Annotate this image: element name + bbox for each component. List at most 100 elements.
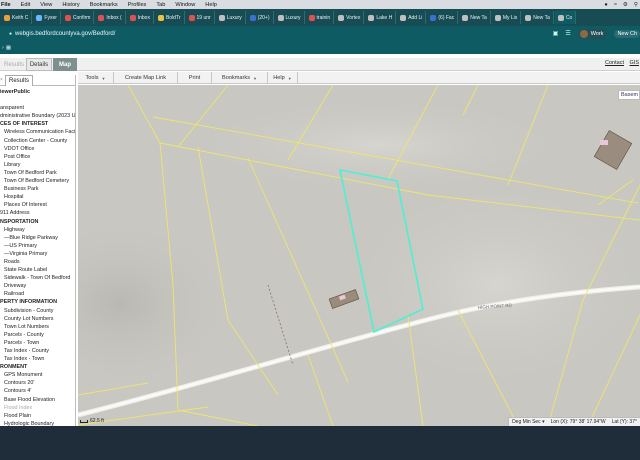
cast-icon[interactable]: ▣	[553, 30, 559, 37]
browser-tab[interactable]: Add Li	[397, 11, 427, 24]
layer-group-header[interactable]: NSPORTATION	[0, 218, 75, 226]
layer-item[interactable]: Parcels - Town	[0, 339, 75, 347]
layer-item[interactable]: Library	[0, 161, 75, 169]
layer-item[interactable]: dministrative Boundary (2023 U	[0, 112, 75, 120]
layer-item[interactable]: Hospital	[0, 193, 75, 201]
collapse-icon[interactable]: ×	[0, 77, 3, 83]
tab-favicon-icon	[218, 14, 225, 21]
layer-item[interactable]: 911 Address	[0, 209, 75, 217]
menu-history[interactable]: History	[62, 2, 79, 8]
apps-grid-icon[interactable]: ▦	[6, 45, 11, 51]
basemap-button[interactable]: Basem	[618, 90, 640, 100]
browser-tab[interactable]: (20+)	[247, 11, 274, 24]
layer-item[interactable]: Tax Index - Town	[0, 355, 75, 363]
browser-tab[interactable]: Inbox	[127, 11, 154, 24]
layer-item[interactable]: —US Primary	[0, 242, 75, 250]
layer-item[interactable]: Contours 20'	[0, 379, 75, 387]
browser-tab[interactable]: Co	[554, 11, 577, 24]
browser-tab[interactable]: trainin	[306, 11, 335, 24]
browser-tab[interactable]: My Lis	[492, 11, 522, 24]
menu-file[interactable]: File	[1, 2, 11, 8]
browser-tab[interactable]: Luxury	[275, 11, 305, 24]
browser-tab[interactable]: (6) Fac	[427, 11, 459, 24]
layer-group-header[interactable]: iewerPublic	[0, 88, 75, 96]
layer-item[interactable]: Town Of Bedford Park	[0, 169, 75, 177]
layer-item[interactable]: Tax Index - County	[0, 347, 75, 355]
contact-link[interactable]: Contact	[605, 60, 624, 66]
browser-tab[interactable]: 19 unr	[186, 11, 215, 24]
wifi-icon[interactable]: ≈	[614, 2, 617, 8]
layer-item[interactable]: Collection Center - County	[0, 137, 75, 145]
url-field[interactable]: ● webgis.bedfordcountyva.gov/Bedford/	[9, 28, 115, 39]
layer-item[interactable]: Railroad	[0, 290, 75, 298]
search-icon[interactable]: ⚲	[634, 2, 638, 8]
site-info-icon[interactable]: ●	[9, 31, 12, 37]
layer-item[interactable]: —Virginia Primary	[0, 250, 75, 258]
layer-item[interactable]: VDOT Office	[0, 145, 75, 153]
layer-item[interactable]: Wireless Communication Faci	[0, 128, 75, 136]
browser-tab[interactable]: New Ta	[522, 11, 554, 24]
layer-item[interactable]: —Blue Ridge Parkway	[0, 234, 75, 242]
tab-results[interactable]: Results	[0, 58, 28, 71]
menu-help[interactable]: Help	[205, 2, 217, 8]
layer-group-header[interactable]: PERTY INFORMATION	[0, 298, 75, 306]
layer-item[interactable]: Subdivision - County	[0, 307, 75, 315]
print-button[interactable]: Print	[178, 72, 212, 84]
layer-item[interactable]: State Route Label	[0, 266, 75, 274]
layer-item[interactable]: Town Of Bedford Cemetery	[0, 177, 75, 185]
layer-item[interactable]: Business Park	[0, 185, 75, 193]
browser-tab[interactable]: Luxury	[216, 11, 246, 24]
browser-tab[interactable]: Inbox (	[95, 11, 126, 24]
control-center-icon[interactable]: ⚙	[623, 2, 628, 8]
browser-tab[interactable]: New Ta	[459, 11, 491, 24]
menu-tab[interactable]: Tab	[156, 2, 165, 8]
tab-details[interactable]: Details	[26, 58, 52, 71]
layer-item[interactable]: Post Office	[0, 153, 75, 161]
menu-view[interactable]: View	[40, 2, 52, 8]
bookmark-arrow-icon[interactable]: ›	[2, 45, 4, 51]
menu-bookmarks[interactable]: Bookmarks	[90, 2, 118, 8]
menu-edit[interactable]: Edit	[21, 2, 31, 8]
layer-item[interactable]: ansparent	[0, 104, 75, 112]
coord-format-select[interactable]: Deg Min Sec ▾	[512, 419, 545, 425]
extensions-icon[interactable]: ☰	[565, 30, 570, 37]
tab-map[interactable]: Map	[53, 58, 77, 71]
layer-item[interactable]: Flood Index	[0, 404, 75, 412]
layer-item[interactable]: Places Of Interest	[0, 201, 75, 209]
browser-tab[interactable]: Fyxer	[33, 11, 61, 24]
gis-link[interactable]: GIS	[630, 60, 639, 66]
tools-menu-button[interactable]: Tools ▼	[78, 72, 114, 84]
layer-group-header[interactable]: RONMENT	[0, 363, 75, 371]
layer-item[interactable]: Town Lot Numbers	[0, 323, 75, 331]
layer-item[interactable]: Sidewalk - Town Of Bedford	[0, 274, 75, 282]
menu-profiles[interactable]: Profiles	[128, 2, 147, 8]
create-map-link-button[interactable]: Create Map Link	[114, 72, 178, 84]
browser-tab[interactable]: Vortex	[335, 11, 365, 24]
map-canvas[interactable]: HIGH POINT RD Basem 62.5 ft Deg Min Sec …	[78, 85, 640, 426]
tab-favicon-icon	[368, 14, 375, 21]
browser-tab[interactable]: Keith C	[1, 11, 33, 24]
lat-readout: Lat (Y): 37°	[611, 419, 637, 425]
layer-item[interactable]: Highway	[0, 226, 75, 234]
browser-tab[interactable]: Lake H	[365, 11, 397, 24]
results-subtab[interactable]: Results	[5, 75, 33, 86]
menu-window[interactable]: Window	[175, 2, 195, 8]
layer-item[interactable]: County Lot Numbers	[0, 315, 75, 323]
new-chrome-button[interactable]: New Ch	[614, 29, 640, 38]
layer-item[interactable]: GPS Monument	[0, 371, 75, 379]
browser-tab[interactable]: BoldTr	[155, 11, 185, 24]
mic-icon[interactable]: ●	[604, 2, 607, 8]
help-menu-button[interactable]: Help ▼	[268, 72, 298, 84]
layer-item[interactable]	[0, 96, 75, 104]
layer-item[interactable]: Base Flood Elevation	[0, 396, 75, 404]
layer-item[interactable]: Parcels - County	[0, 331, 75, 339]
browser-tab[interactable]: Confirm	[62, 11, 95, 24]
layer-item[interactable]: Flood Plain	[0, 412, 75, 420]
layer-group-header[interactable]: CES OF INTEREST	[0, 120, 75, 128]
bookmarks-menu-button[interactable]: Bookmarks ▼	[212, 72, 268, 84]
tab-label: trainin	[316, 14, 331, 21]
layer-item[interactable]: Roads	[0, 258, 75, 266]
layer-item[interactable]: Contours 4'	[0, 387, 75, 395]
profile-chip[interactable]: Work	[577, 28, 608, 39]
layer-item[interactable]: Driveway	[0, 282, 75, 290]
